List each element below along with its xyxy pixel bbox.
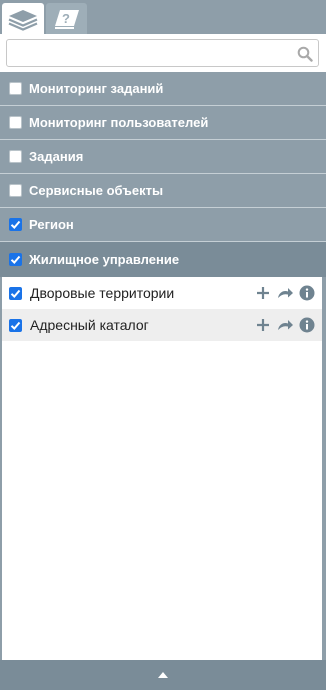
- layer-actions: [255, 285, 315, 301]
- layers-icon: [8, 9, 38, 31]
- checkmark-icon: [10, 255, 21, 264]
- checkmark-icon: [10, 289, 21, 298]
- group-user-monitoring[interactable]: Мониторинг пользователей: [0, 106, 326, 140]
- group-label: Задания: [29, 149, 84, 164]
- add-icon[interactable]: [255, 317, 271, 333]
- group-checkbox[interactable]: [9, 150, 22, 163]
- layer-yard-territories[interactable]: Дворовые территории: [2, 277, 322, 309]
- group-service-objects[interactable]: Сервисные объекты: [0, 174, 326, 208]
- layer-label: Адресный каталог: [30, 317, 149, 333]
- layer-address-catalog[interactable]: Адресный каталог: [2, 309, 322, 341]
- group-tasks[interactable]: Задания: [0, 140, 326, 174]
- add-icon[interactable]: [255, 285, 271, 301]
- checkmark-icon: [10, 321, 21, 330]
- checkmark-icon: [10, 220, 21, 229]
- layers-panel: ? Мониторинг заданий Мониторинг пользова…: [0, 0, 326, 690]
- group-checkbox[interactable]: [9, 184, 22, 197]
- group-region[interactable]: Регион: [0, 208, 326, 242]
- sublayer-list: Дворовые территории Адресный каталог: [2, 277, 322, 660]
- redo-arrow-icon[interactable]: [277, 317, 293, 333]
- group-checkbox[interactable]: [9, 82, 22, 95]
- legend-question-icon: ?: [54, 9, 79, 29]
- search-bar: [0, 34, 326, 72]
- search-input[interactable]: [6, 39, 319, 67]
- svg-text:?: ?: [62, 11, 70, 26]
- layer-checkbox[interactable]: [9, 318, 22, 332]
- group-label: Мониторинг заданий: [29, 81, 164, 96]
- layer-groups: Мониторинг заданий Мониторинг пользовате…: [0, 72, 326, 277]
- group-housing-management[interactable]: Жилищное управление: [0, 242, 326, 277]
- group-label: Мониторинг пользователей: [29, 115, 209, 130]
- group-label: Сервисные объекты: [29, 183, 164, 198]
- group-checkbox[interactable]: [9, 253, 22, 266]
- search-icon[interactable]: [297, 46, 313, 62]
- group-checkbox[interactable]: [9, 116, 22, 129]
- collapse-up-icon[interactable]: [158, 672, 168, 678]
- tab-legend[interactable]: ?: [46, 3, 87, 34]
- collapse-bar[interactable]: [0, 660, 326, 690]
- redo-arrow-icon[interactable]: [277, 285, 293, 301]
- tab-layers[interactable]: [2, 3, 44, 34]
- info-icon[interactable]: [299, 285, 315, 301]
- layer-label: Дворовые территории: [30, 285, 175, 301]
- info-icon[interactable]: [299, 317, 315, 333]
- layer-checkbox[interactable]: [9, 286, 22, 300]
- panel-tabs: ?: [0, 0, 326, 34]
- group-checkbox[interactable]: [9, 218, 22, 231]
- layer-actions: [255, 317, 315, 333]
- group-label: Жилищное управление: [29, 252, 180, 267]
- group-task-monitoring[interactable]: Мониторинг заданий: [0, 72, 326, 106]
- group-label: Регион: [29, 217, 74, 232]
